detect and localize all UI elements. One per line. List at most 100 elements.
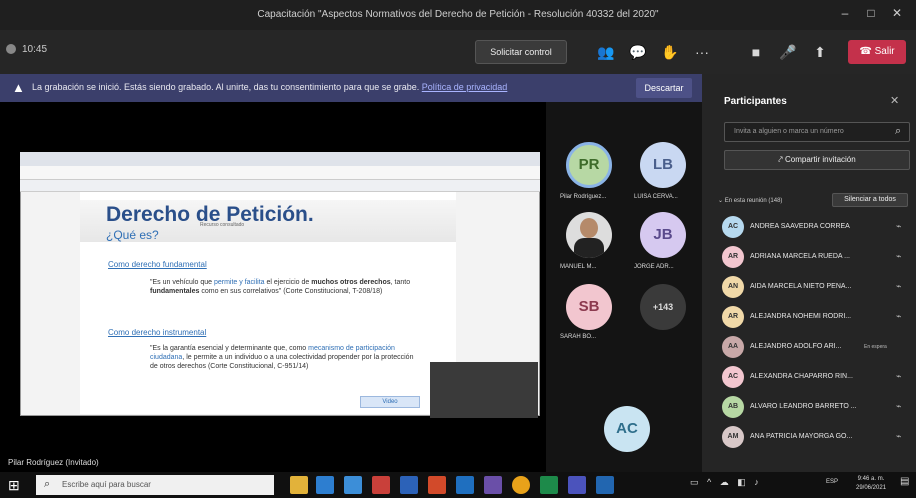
discard-button[interactable]: Descartar <box>636 78 692 98</box>
recording-icon <box>6 44 16 54</box>
excel-icon[interactable] <box>540 476 558 494</box>
taskbar-clock[interactable]: 9:46 a. m. 29/06/2021 <box>856 475 886 493</box>
participant-avatar: AC <box>722 216 744 238</box>
powerpoint-icon[interactable] <box>428 476 446 494</box>
tile-name: LUISA CERVA... <box>634 194 678 200</box>
browser-tab-strip <box>20 152 540 166</box>
participant-name: ALEXANDRA CHAPARRO RIN... <box>750 373 853 380</box>
share-invite-button[interactable]: ⤤ Compartir invitación <box>724 150 910 170</box>
windows-start-icon[interactable]: ⊞ <box>8 477 20 494</box>
participant-name: ALEJANDRA NOHEMI RODRI... <box>750 313 852 320</box>
in-meeting-count: En esta reunión (148) <box>724 198 783 204</box>
word-icon[interactable] <box>596 476 614 494</box>
slide-question: ¿Qué es? <box>106 228 159 242</box>
more-participants-badge[interactable]: +143 <box>640 284 686 330</box>
avatar-pr[interactable]: PR <box>566 142 612 188</box>
person-head-icon <box>580 218 598 238</box>
participant-row[interactable]: AA ALEJANDRO ADOLFO ARI... En espera <box>718 332 912 362</box>
chat-icon[interactable]: 💬 <box>626 40 650 64</box>
file-explorer-icon[interactable] <box>290 476 308 494</box>
clock-time: 9:46 a. m. <box>857 476 885 482</box>
mic-muted-icon: ⌁ <box>896 251 902 261</box>
participant-name: ANA PATRICIA MAYORGA GO... <box>750 433 853 440</box>
search-icon: ⌕ <box>895 125 902 137</box>
avatar-lb[interactable]: LB <box>640 142 686 188</box>
self-video-preview <box>430 362 538 418</box>
participant-row[interactable]: AC ANDREA SAAVEDRA CORREA ⌁ <box>718 212 912 242</box>
close-icon[interactable]: ✕ <box>890 94 899 107</box>
privacy-policy-link[interactable]: Política de privacidad <box>422 82 508 92</box>
warning-icon: ▲ <box>12 80 25 95</box>
microphone-icon[interactable]: 🎤 <box>776 40 800 64</box>
mic-muted-icon: ⌁ <box>896 221 902 231</box>
participant-row[interactable]: AM ANA PATRICIA MAYORGA GO... ⌁ <box>718 422 912 452</box>
mic-muted-icon: ⌁ <box>896 371 902 381</box>
system-tray[interactable]: ▭ ^ ☁ ◧ ♪ <box>690 477 762 488</box>
avatar-sb[interactable]: SB <box>566 284 612 330</box>
participant-row[interactable]: AC ALEXANDRA CHAPARRO RIN... ⌁ <box>718 362 912 392</box>
participant-row[interactable]: AB ALVARO LEANDRO BARRETO ... ⌁ <box>718 392 912 422</box>
more-options-icon[interactable]: ··· <box>690 40 714 64</box>
share-icon: ⤤ <box>778 155 786 164</box>
app-icon[interactable] <box>372 476 390 494</box>
mic-muted-icon: ⌁ <box>896 281 902 291</box>
participant-avatar: AB <box>722 396 744 418</box>
close-window-button[interactable]: ✕ <box>886 6 908 24</box>
participant-row[interactable]: AN AIDA MARCELA NIETO PENA... ⌁ <box>718 272 912 302</box>
avatar-photo[interactable] <box>566 212 612 258</box>
minimize-button[interactable]: – <box>834 6 856 24</box>
store-icon[interactable] <box>344 476 362 494</box>
tile-name: SARAH BO... <box>560 334 597 340</box>
avatar-ac[interactable]: AC <box>604 406 650 452</box>
participant-row[interactable]: AR ALEJANDRA NOHEMI RODRI... ⌁ <box>718 302 912 332</box>
outlook-icon[interactable] <box>456 476 474 494</box>
participant-name: ANDREA SAAVEDRA CORREA <box>750 223 850 230</box>
share-screen-icon[interactable]: ⬆ <box>808 40 832 64</box>
teams-active-icon[interactable] <box>568 476 586 494</box>
slide-video-button: Video <box>360 396 420 408</box>
app-icon[interactable] <box>316 476 334 494</box>
participant-avatar: AN <box>722 276 744 298</box>
participants-icon[interactable]: 👥 <box>594 40 618 64</box>
chevron-down-icon: ⌄ <box>718 198 725 204</box>
mute-all-button[interactable]: Silenciar a todos <box>832 193 908 207</box>
invite-placeholder: Invita a alguien o marca un número <box>734 128 844 135</box>
participant-status: En espera <box>864 344 887 350</box>
chrome-icon[interactable] <box>512 476 530 494</box>
person-body-icon <box>574 238 604 258</box>
request-control-button[interactable]: Solicitar control <box>475 40 567 64</box>
slide-heading-fundamental: Como derecho fundamental <box>108 260 207 269</box>
in-meeting-header: ⌄ En esta reunión (148) <box>718 197 782 204</box>
clock-date: 29/06/2021 <box>856 485 887 491</box>
reactions-icon[interactable]: ✋ <box>658 40 682 64</box>
language-indicator[interactable]: ESP <box>826 479 838 485</box>
participant-row[interactable]: AR ADRIANA MARCELA RUEDA ... ⌁ <box>718 242 912 272</box>
notifications-icon[interactable]: ▤ <box>900 476 909 487</box>
mic-muted-icon: ⌁ <box>896 431 902 441</box>
browser-bookmarks-bar <box>20 180 540 192</box>
window-title: Capacitación "Aspectos Normativos del De… <box>257 9 659 20</box>
mic-muted-icon: ⌁ <box>896 311 902 321</box>
mic-muted-icon: ⌁ <box>896 401 902 411</box>
word-icon[interactable] <box>400 476 418 494</box>
participant-avatar: AR <box>722 306 744 328</box>
participant-avatar: AA <box>722 336 744 358</box>
participant-name: AIDA MARCELA NIETO PENA... <box>750 283 852 290</box>
search-icon: ⌕ <box>44 478 51 490</box>
leave-label: Salir <box>874 46 895 57</box>
slide-paragraph-fundamental: "Es un vehículo que permite y facilita e… <box>150 279 411 295</box>
maximize-button[interactable]: □ <box>860 6 882 24</box>
slide-heading-instrumental: Como derecho instrumental <box>108 328 207 337</box>
participant-name: ADRIANA MARCELA RUEDA ... <box>750 253 850 260</box>
avatar-jb[interactable]: JB <box>640 212 686 258</box>
browser-address-bar <box>20 166 540 180</box>
camera-icon[interactable]: ■ <box>744 40 768 64</box>
phone-icon: ☎ <box>859 46 875 57</box>
leave-button[interactable]: ☎ Salir <box>848 40 906 64</box>
slide-paragraph-instrumental: "Es la garantía esencial y determinante … <box>150 345 414 370</box>
banner-message: La grabación se inició. Estás siendo gra… <box>32 82 507 92</box>
teams-icon[interactable] <box>484 476 502 494</box>
participant-avatar: AM <box>722 426 744 448</box>
tile-name: JORGE ADR... <box>634 264 674 270</box>
slide-subtitle: Recurso consultado <box>200 222 245 228</box>
